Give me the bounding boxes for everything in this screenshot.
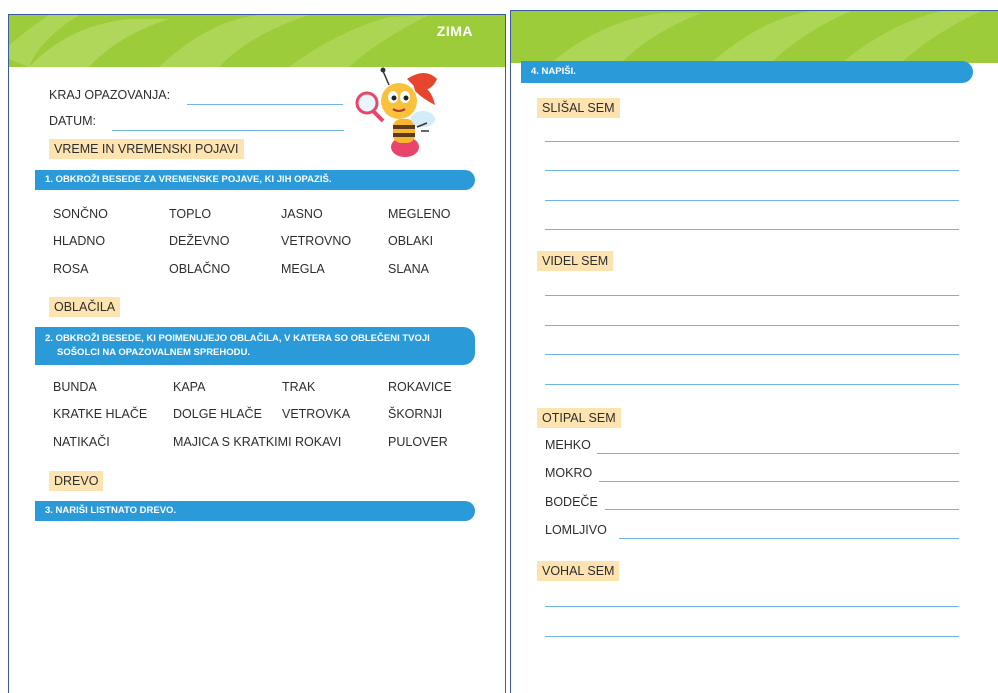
clothing-word[interactable]: MAJICA S KRATKIMI ROKAVI xyxy=(173,435,341,449)
touched-item-line[interactable] xyxy=(597,453,959,454)
touched-item-label: MOKRO xyxy=(545,466,593,480)
header-band-graphic xyxy=(9,15,505,67)
location-label: KRAJ OPAZOVANJA: xyxy=(49,88,171,102)
weather-section-tag: VREME IN VREMENSKI POJAVI xyxy=(49,139,244,159)
header-band-right xyxy=(511,11,998,63)
tree-drawing-area[interactable] xyxy=(35,527,475,687)
task-2-text-line-1: 2. OBKROŽI BESEDE, KI POIMENUJEJO OBLAČI… xyxy=(45,333,430,344)
header-title: ZIMA xyxy=(436,23,473,39)
task-4-text: 4. NAPIŠI. xyxy=(531,66,576,77)
task-2-bar: 2. OBKROŽI BESEDE, KI POIMENUJEJO OBLAČI… xyxy=(35,327,475,365)
touched-item-line[interactable] xyxy=(619,538,959,539)
touched-item-label: LOMLJIVO xyxy=(545,523,607,537)
date-field[interactable] xyxy=(112,130,344,131)
clothing-word[interactable]: NATIKAČI xyxy=(53,435,110,449)
weather-word[interactable]: VETROVNO xyxy=(281,234,351,248)
task-3-text: 3. NARIŠI LISTNATO DREVO. xyxy=(45,505,177,516)
heard-line-3[interactable] xyxy=(545,200,959,201)
weather-word[interactable]: DEŽEVNO xyxy=(169,234,229,248)
task-4-bar: 4. NAPIŠI. xyxy=(521,61,973,83)
clothing-word[interactable]: KAPA xyxy=(173,380,205,394)
smelled-tag: VOHAL SEM xyxy=(537,561,620,581)
location-field[interactable] xyxy=(187,104,343,105)
weather-word[interactable]: TOPLO xyxy=(169,207,211,221)
smelled-line-1[interactable] xyxy=(545,606,959,607)
task-3-bar: 3. NARIŠI LISTNATO DREVO. xyxy=(35,501,475,521)
heard-line-4[interactable] xyxy=(545,229,959,230)
clothing-word[interactable]: ŠKORNJI xyxy=(388,407,442,421)
seen-tag: VIDEL SEM xyxy=(537,251,614,271)
left-page: ZIMA KRAJ OPAZOVANJA: DATUM: VREME IN VR… xyxy=(8,14,506,693)
seen-line-1[interactable] xyxy=(545,295,959,296)
task-1-text: 1. OBKROŽI BESEDE ZA VREMENSKE POJAVE, K… xyxy=(45,174,332,185)
task-1-bar: 1. OBKROŽI BESEDE ZA VREMENSKE POJAVE, K… xyxy=(35,170,475,190)
clothing-word[interactable]: PULOVER xyxy=(388,435,448,449)
weather-word[interactable]: JASNO xyxy=(281,207,323,221)
weather-word[interactable]: SLANA xyxy=(388,262,429,276)
right-page: 4. NAPIŠI. SLIŠAL SEM VIDEL SEM OTIPAL S… xyxy=(510,10,998,693)
weather-word[interactable]: HLADNO xyxy=(53,234,105,248)
clothes-section-tag: OBLAČILA xyxy=(49,297,121,317)
mascot-bee-illustration xyxy=(355,67,437,157)
weather-word[interactable]: OBLAKI xyxy=(388,234,433,248)
weather-word[interactable]: ROSA xyxy=(53,262,88,276)
header-band-right-graphic xyxy=(511,11,998,63)
clothing-word[interactable]: ROKAVICE xyxy=(388,380,452,394)
clothing-word[interactable]: VETROVKA xyxy=(282,407,350,421)
weather-word[interactable]: MEGLENO xyxy=(388,207,451,221)
header-band: ZIMA xyxy=(9,15,505,67)
touched-item-label: MEHKO xyxy=(545,438,591,452)
weather-word[interactable]: OBLAČNO xyxy=(169,262,230,276)
heard-line-1[interactable] xyxy=(545,141,959,142)
tree-section-tag: DREVO xyxy=(49,471,104,491)
weather-word[interactable]: SONČNO xyxy=(53,207,108,221)
heard-line-2[interactable] xyxy=(545,170,959,171)
weather-word[interactable]: MEGLA xyxy=(281,262,325,276)
seen-line-2[interactable] xyxy=(545,325,959,326)
date-label: DATUM: xyxy=(49,114,96,128)
heard-tag: SLIŠAL SEM xyxy=(537,98,620,118)
clothing-word[interactable]: DOLGE HLAČE xyxy=(173,407,262,421)
touched-item-label: BODEČE xyxy=(545,495,598,509)
seen-line-4[interactable] xyxy=(545,384,959,385)
clothing-word[interactable]: TRAK xyxy=(282,380,315,394)
clothing-word[interactable]: BUNDA xyxy=(53,380,97,394)
touched-item-line[interactable] xyxy=(605,509,959,510)
touched-tag: OTIPAL SEM xyxy=(537,408,621,428)
clothing-word[interactable]: KRATKE HLAČE xyxy=(53,407,147,421)
task-2-text-line-2: SOŠOLCI NA OPAZOVALNEM SPREHODU. xyxy=(57,347,251,358)
smelled-line-2[interactable] xyxy=(545,636,959,637)
touched-item-line[interactable] xyxy=(599,481,959,482)
seen-line-3[interactable] xyxy=(545,354,959,355)
